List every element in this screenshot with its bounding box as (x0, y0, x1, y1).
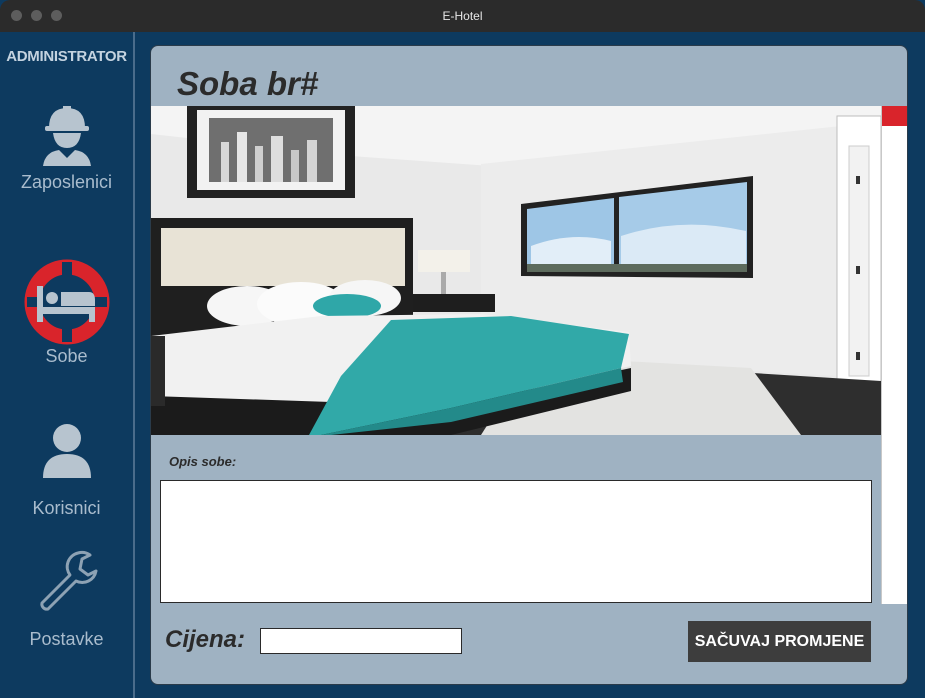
save-changes-button[interactable]: SAČUVAJ PROMJENE (688, 621, 871, 662)
price-input[interactable] (260, 628, 462, 654)
title-bar: E-Hotel (0, 0, 925, 32)
room-photo (151, 106, 881, 435)
window-title: E-Hotel (442, 9, 483, 23)
wrench-icon (39, 550, 97, 611)
room-description-field[interactable] (160, 480, 872, 603)
room-photo-image (151, 106, 881, 435)
sidebar-item-postavke[interactable]: Postavke (0, 547, 133, 650)
user-icon (42, 424, 91, 478)
bed-icon (24, 259, 109, 345)
vertical-scrollbar[interactable] (881, 106, 907, 604)
sidebar-item-zaposlenici[interactable]: Zaposlenici (0, 104, 133, 193)
sidebar-item-label: Korisnici (32, 498, 101, 518)
worker-icon (42, 106, 91, 166)
sidebar-item-label: Zaposlenici (20, 172, 113, 192)
room-edit-panel: Soba br# Opis sobe: Cijena: SAČUVAJ PROM… (150, 45, 908, 685)
sidebar-item-label: Sobe (45, 346, 88, 366)
description-label: Opis sobe: (169, 454, 237, 469)
sidebar-item-sobe[interactable]: Sobe (0, 258, 133, 367)
price-label: Cijena: (165, 626, 246, 653)
sidebar-item-label: Postavke (29, 629, 104, 649)
page-title: Soba br# (177, 65, 319, 102)
sidebar-header: ADMINISTRATOR (6, 48, 127, 65)
sidebar: ADMINISTRATOR Zaposlenici Sobe Korisnici… (0, 32, 135, 698)
scrollbar-thumb[interactable] (882, 106, 907, 126)
sidebar-item-korisnici[interactable]: Korisnici (0, 422, 133, 519)
